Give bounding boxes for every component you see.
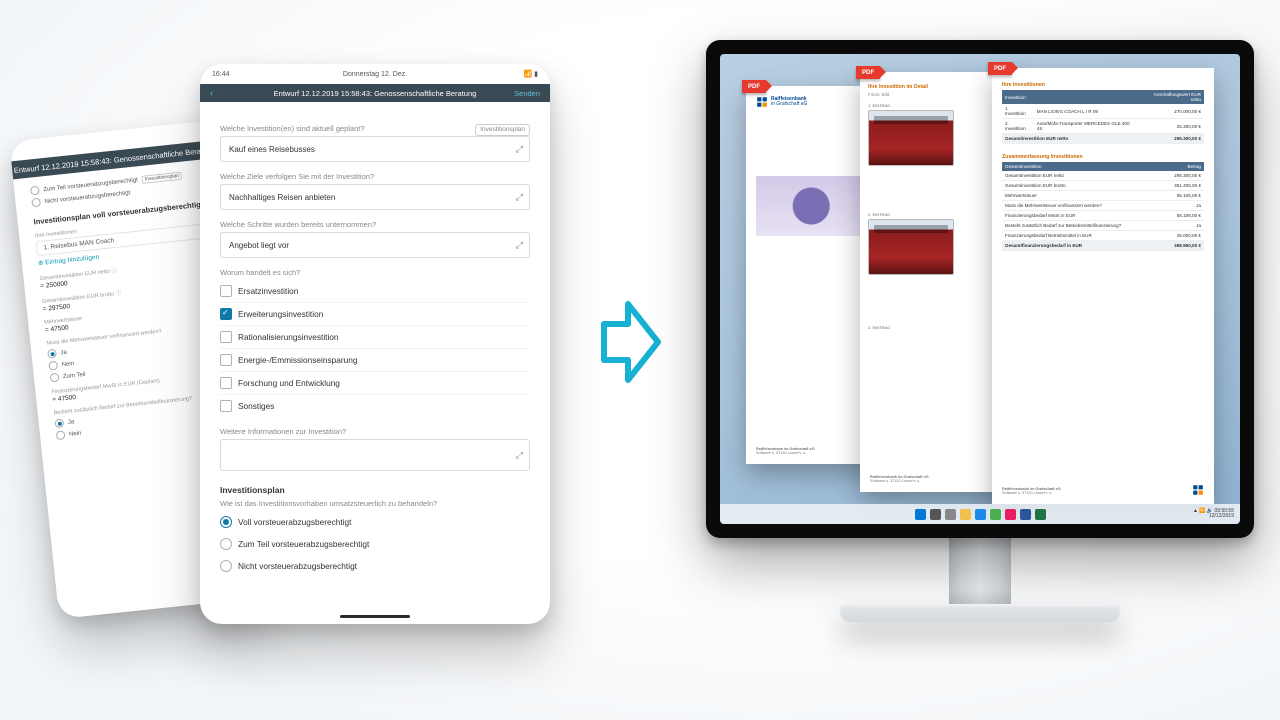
- checkbox-erweiterungsinvestition[interactable]: Erweiterungsinvestition: [220, 302, 530, 325]
- radio-label: Zum Teil vorsteuerabzugsberechtigt: [238, 539, 369, 549]
- radio-voll-vorsteuerabzugsberechtigt[interactable]: Voll vorsteuerabzugsberechtigt: [220, 511, 530, 533]
- radio-label: Voll vorsteuerabzugsberechtigt: [238, 517, 351, 527]
- checkbox-icon: [220, 285, 232, 297]
- radio-icon: [220, 560, 232, 572]
- status-bar: 16:44 Donnerstag 12. Dez. 📶 ▮: [200, 64, 550, 84]
- send-button[interactable]: Senden: [514, 89, 540, 98]
- checkbox-label: Rationalisierungsinvestition: [238, 332, 339, 342]
- checkbox-sonstiges[interactable]: Sonstiges: [220, 394, 530, 417]
- pdf-badge: PDF: [742, 80, 766, 93]
- status-date: Donnerstag 12. Dez.: [343, 71, 407, 78]
- input-steps-taken[interactable]: Angebot liegt vor ⤢: [220, 232, 530, 258]
- checkbox-label: Forschung und Entwicklung: [238, 378, 340, 388]
- input-more-info[interactable]: ⤢: [220, 439, 530, 471]
- checkbox-label: Erweiterungsinvestition: [238, 309, 323, 319]
- pdf-badge: PDF: [856, 66, 880, 79]
- store-icon[interactable]: [990, 509, 1001, 520]
- checkbox-group: Ersatzinvestition Erweiterungsinvestition…: [220, 280, 530, 417]
- field-label: Wie ist das Investitionsvorhaben umsatzs…: [220, 499, 530, 508]
- field-label: Welche Ziele verfolgen Sie mit der Inves…: [220, 172, 530, 181]
- system-tray[interactable]: ▲ 🛜 🔊 09:50:5512/12/2019: [1193, 509, 1234, 520]
- checkbox-icon: [220, 377, 232, 389]
- field-label: Welche Schritte wurden bereits unternomm…: [220, 220, 530, 229]
- expand-icon[interactable]: ⤢: [516, 450, 523, 461]
- bus-photo: [868, 219, 954, 275]
- checkbox-label: Energie-/Emmissionseinsparung: [238, 355, 357, 365]
- field-label: Welche Investition(en) sind aktuell gepl…: [220, 124, 530, 133]
- pdf-document-summary[interactable]: PDF Ihre Investitionen InvestitionAnscha…: [992, 68, 1214, 504]
- bank-logo-icon: [1192, 484, 1204, 496]
- battery-icon: 📶 ▮: [523, 70, 538, 78]
- arrow-icon: [600, 296, 662, 388]
- investment-table: InvestitionAnschaffungswert EUR netto1. …: [1002, 90, 1204, 144]
- summary-table: GesamtinvestitionBetragGesamtinvestition…: [1002, 162, 1204, 251]
- checkbox-energie-emmissionseinsparung[interactable]: Energie-/Emmissionseinsparung: [220, 348, 530, 371]
- radio-icon: [220, 516, 232, 528]
- checkbox-icon: [220, 354, 232, 366]
- excel-icon[interactable]: [1035, 509, 1046, 520]
- tablet-front: 16:44 Donnerstag 12. Dez. 📶 ▮ ‹ Entwurf …: [200, 64, 550, 624]
- expand-icon[interactable]: ⤢: [516, 240, 523, 251]
- title-bar: ‹ Entwurf 12.12.2019 15:58:43: Genossens…: [200, 84, 550, 102]
- field-label: Worum handelt es sich?: [220, 268, 530, 277]
- desktop-monitor: PDF Raiffeisenbankin Grafschaft eG Genos…: [700, 40, 1260, 700]
- footer-text: Raiffeisenbank im Grafschaft eGSoftware …: [1002, 487, 1061, 496]
- radio-group: Voll vorsteuerabzugsberechtigt Zum Teil v…: [220, 511, 530, 577]
- checkbox-icon: [220, 331, 232, 343]
- checkbox-forschung-und-entwicklung[interactable]: Forschung und Entwicklung: [220, 371, 530, 394]
- field-value: Angebot liegt vor: [229, 241, 289, 250]
- checkbox-icon: [220, 400, 232, 412]
- word-icon[interactable]: [1020, 509, 1031, 520]
- field-value: Nachhaltiges Reisen anbieten: [229, 193, 335, 202]
- radio-label: Nicht vorsteuerabzugsberechtigt: [238, 561, 357, 571]
- expand-icon[interactable]: ⤢: [516, 192, 523, 203]
- start-icon[interactable]: [915, 509, 926, 520]
- footer-text: Raiffeisenbank im Grafschaft eGSoftware …: [870, 475, 929, 484]
- checkbox-rationalisierungsinvestition[interactable]: Rationalisierungsinvestition: [220, 325, 530, 348]
- windows-taskbar[interactable]: ▲ 🛜 🔊 09:50:5512/12/2019: [720, 504, 1240, 524]
- radio-icon: [220, 538, 232, 550]
- edge-icon[interactable]: [975, 509, 986, 520]
- checkbox-icon: [220, 308, 232, 320]
- input-investment-goals[interactable]: Nachhaltiges Reisen anbieten ⤢: [220, 184, 530, 210]
- doc-heading: Ihre Investitionen: [1002, 82, 1204, 88]
- explorer-icon[interactable]: [960, 509, 971, 520]
- field-label: Weitere Informationen zur Investition?: [220, 427, 530, 436]
- expand-icon[interactable]: ⤢: [516, 144, 523, 155]
- radio-nicht-vorsteuerabzugsberechtigt[interactable]: Nicht vorsteuerabzugsberechtigt: [220, 555, 530, 577]
- tab-pill[interactable]: Investitionsplan: [475, 124, 530, 136]
- field-value: Kauf eines Reisebusses: [229, 145, 315, 154]
- radio-zum-teil-vorsteuerabzugsberechtigt[interactable]: Zum Teil vorsteuerabzugsberechtigt: [220, 533, 530, 555]
- pdf-badge: PDF: [988, 62, 1012, 75]
- status-time: 16:44: [212, 71, 230, 78]
- footer-text: Raiffeisenbank im Grafschaft eGSoftware …: [756, 447, 815, 456]
- window-title: Entwurf 12.12.2019 15:58:43: Genossensch…: [200, 89, 550, 98]
- checkbox-label: Sonstiges: [238, 401, 274, 411]
- input-investment-planned[interactable]: Kauf eines Reisebusses ⤢: [220, 136, 530, 162]
- doc-heading: Zusammenfassung Investitionen: [1002, 154, 1204, 160]
- taskview-icon[interactable]: [945, 509, 956, 520]
- section-heading: Investitionsplan: [220, 485, 530, 495]
- checkbox-label: Ersatzinvestition: [238, 286, 298, 296]
- checkbox-ersatzinvestition[interactable]: Ersatzinvestition: [220, 280, 530, 302]
- desktop-screen: PDF Raiffeisenbankin Grafschaft eG Genos…: [720, 54, 1240, 524]
- home-indicator[interactable]: [340, 615, 410, 618]
- bus-photo: [868, 110, 954, 166]
- search-icon[interactable]: [930, 509, 941, 520]
- mail-icon[interactable]: [1005, 509, 1016, 520]
- tag: Investitionsplan: [141, 171, 182, 183]
